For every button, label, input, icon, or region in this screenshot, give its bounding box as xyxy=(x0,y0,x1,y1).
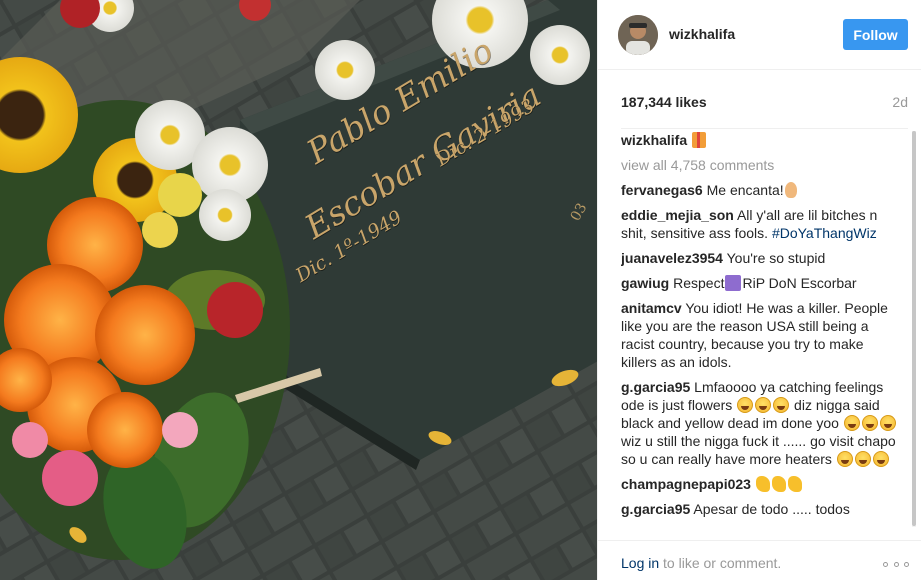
comment-item: g.garcia95 Apesar de todo ..... todos xyxy=(621,500,899,518)
login-prompt-text: to like or comment. xyxy=(659,555,782,571)
post-side-panel: wizkhalifa Follow 187,344 likes 2d wizkh… xyxy=(597,0,921,580)
laughing-face-icon xyxy=(836,451,853,467)
comment-text: Me encanta! xyxy=(702,182,784,198)
comment-item: eddie_mejia_son All y'all are lil bitche… xyxy=(621,206,899,242)
laughing-face-icon xyxy=(872,451,889,467)
comment-item: champagnepapi023 xyxy=(621,475,899,493)
laughing-face-icon xyxy=(854,451,871,467)
comment-text: wiz u still the nigga fuck it ...... go … xyxy=(621,433,896,467)
follow-button[interactable]: Follow xyxy=(843,19,908,50)
comment-text: You're so stupid xyxy=(722,250,826,266)
caption-username[interactable]: wizkhalifa xyxy=(621,132,687,148)
comment-item: fervanegas6 Me encanta! xyxy=(621,181,899,199)
more-options-icon[interactable] xyxy=(883,562,909,568)
comment-username[interactable]: juanavelez3954 xyxy=(621,250,723,266)
star-of-david-icon xyxy=(725,275,742,291)
comment-item: gawiug Respect RiP DoN Escorbar xyxy=(621,274,899,292)
laughing-face-icon xyxy=(737,397,754,413)
more-dot xyxy=(883,562,888,567)
flexed-biceps-icon xyxy=(755,476,770,492)
comment-username[interactable]: champagnepapi023 xyxy=(621,476,751,492)
post-footer: Log in to like or comment. xyxy=(598,540,921,580)
login-prompt: Log in to like or comment. xyxy=(621,555,781,571)
comment-username[interactable]: fervanegas6 xyxy=(621,182,703,198)
comment-username[interactable]: anitamcv xyxy=(621,300,682,316)
more-dot xyxy=(893,562,899,567)
post-photo: 03 Pablo Emilio Escobar Gaviria Dic. 1º-… xyxy=(0,0,597,580)
laughing-face-icon xyxy=(773,397,790,413)
login-link[interactable]: Log in xyxy=(621,555,659,571)
post-header: wizkhalifa Follow xyxy=(598,0,921,70)
laughing-face-icon xyxy=(843,415,860,431)
comment-text: Respect xyxy=(669,275,725,291)
author-username[interactable]: wizkhalifa xyxy=(669,26,735,42)
hand-icon xyxy=(784,182,797,198)
comment-list: wizkhalifa view all 4,758 comments ferva… xyxy=(621,131,899,527)
laughing-face-icon xyxy=(755,397,772,413)
hashtag-link[interactable]: #DoYaThangWiz xyxy=(772,225,877,241)
flexed-biceps-icon xyxy=(787,476,802,492)
flexed-biceps-icon xyxy=(771,476,786,492)
like-count[interactable]: 187,344 likes xyxy=(621,94,707,110)
comment-text: RiP DoN Escorbar xyxy=(742,275,857,291)
divider xyxy=(621,128,908,129)
comment-item: juanavelez3954 You're so stupid xyxy=(621,249,899,267)
comments-scrollbar-thumb[interactable] xyxy=(912,131,916,526)
post-age[interactable]: 2d xyxy=(892,94,908,110)
grave-photo: 03 xyxy=(0,0,597,580)
comment-text: Apesar de todo ..... todos xyxy=(690,501,850,517)
comment-username[interactable]: g.garcia95 xyxy=(621,379,690,395)
more-dot xyxy=(904,562,909,567)
comment-username[interactable]: gawiug xyxy=(621,275,669,291)
likes-row: 187,344 likes 2d xyxy=(621,94,908,114)
avatar-image xyxy=(618,15,658,55)
caption: wizkhalifa xyxy=(621,131,899,149)
comment-item: g.garcia95 Lmfaoooo ya catching feelings… xyxy=(621,378,899,468)
gift-icon xyxy=(692,132,707,148)
view-all-comments-link[interactable]: view all 4,758 comments xyxy=(621,156,899,174)
comment-item: anitamcv You idiot! He was a killer. Peo… xyxy=(621,299,899,371)
avatar[interactable] xyxy=(618,15,658,55)
laughing-face-icon xyxy=(879,415,896,431)
comment-username[interactable]: g.garcia95 xyxy=(621,501,690,517)
laughing-face-icon xyxy=(861,415,878,431)
comment-username[interactable]: eddie_mejia_son xyxy=(621,207,734,223)
